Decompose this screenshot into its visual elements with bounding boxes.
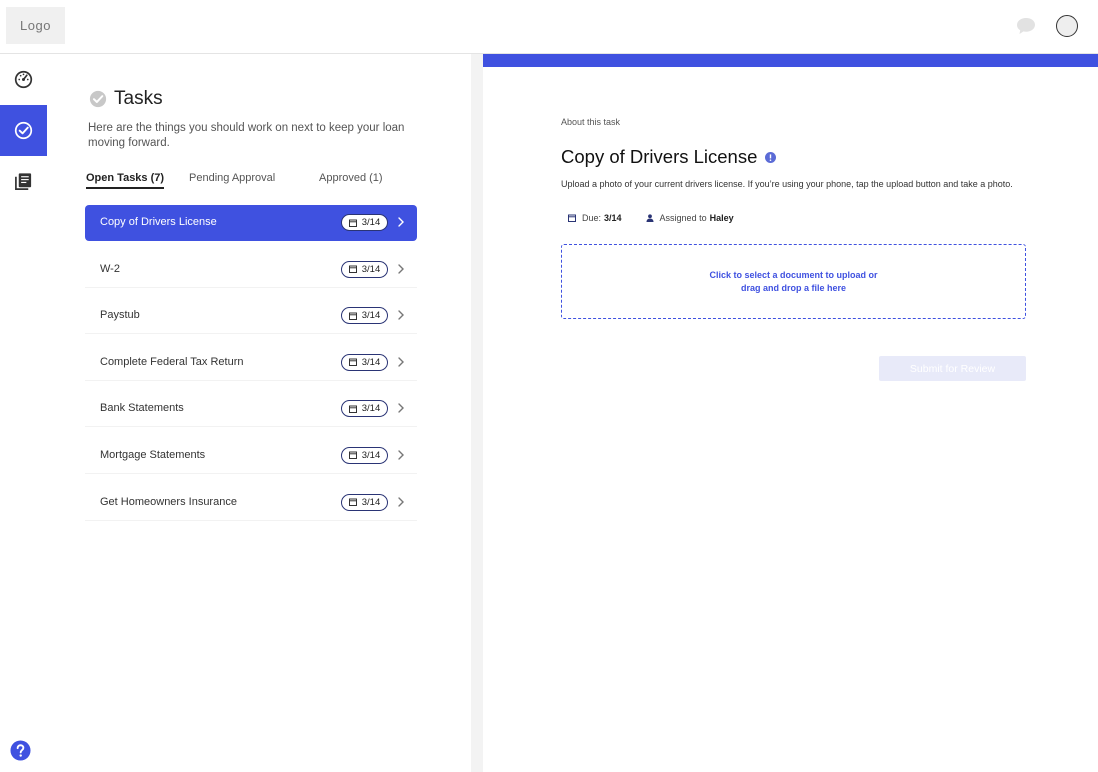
task-item-drivers-license[interactable]: Copy of Drivers License 3/14 — [85, 205, 417, 241]
calendar-icon — [348, 219, 357, 227]
tasks-header: Tasks — [89, 88, 163, 110]
task-item-w2[interactable]: W-2 3/14 — [85, 252, 417, 288]
task-tabs: Open Tasks (7) Pending Approval Approved… — [86, 172, 386, 192]
documents-icon — [15, 173, 32, 190]
tab-open-tasks[interactable]: Open Tasks (7) — [86, 172, 165, 189]
due-date: 3/14 — [361, 217, 381, 228]
user-avatar[interactable] — [1056, 15, 1078, 37]
task-detail-panel: About this task Copy of Drivers License … — [483, 54, 1098, 772]
task-label: W-2 — [100, 262, 120, 275]
due-date: 3/14 — [361, 263, 381, 275]
chevron-right-icon — [398, 357, 404, 367]
chevron-right-icon — [398, 263, 404, 274]
due-date: 3/14 — [361, 496, 381, 508]
assigned-value: Haley — [709, 213, 734, 223]
due-date-badge: 3/14 — [341, 353, 388, 371]
due-date-badge: 3/14 — [341, 446, 388, 464]
calendar-icon — [348, 358, 357, 367]
task-meta: Due: 3/14 Assigned to Haley — [568, 213, 758, 223]
help-question-icon[interactable] — [10, 740, 31, 761]
task-item-federal-tax-return[interactable]: Complete Federal Tax Return 3/14 — [85, 345, 417, 381]
tasks-description: Here are the things you should work on n… — [88, 122, 405, 149]
chevron-right-icon — [398, 217, 404, 227]
assigned-label: Assigned to — [659, 213, 707, 223]
due-date-badge: 3/14 — [341, 214, 388, 231]
chevron-right-icon — [398, 496, 404, 507]
calendar-icon — [348, 405, 357, 413]
detail-title: Copy of Drivers License — [561, 146, 758, 167]
due-label: Due: — [582, 213, 602, 223]
detail-accent-bar — [483, 54, 1098, 67]
due-date-badge: 3/14 — [341, 260, 388, 278]
task-label: Get Homeowners Insurance — [100, 495, 237, 508]
due-date-badge: 3/14 — [341, 493, 388, 511]
top-header: Logo — [0, 0, 1098, 54]
task-label: Copy of Drivers License — [100, 216, 217, 228]
tasks-check-icon — [89, 90, 107, 108]
due-date: 3/14 — [361, 356, 381, 368]
calendar-icon — [348, 265, 357, 274]
chevron-right-icon — [398, 450, 404, 460]
calendar-icon — [348, 498, 357, 507]
nav-dashboard[interactable] — [0, 54, 47, 105]
left-nav-rail — [0, 54, 47, 772]
dashboard-gauge-icon — [14, 70, 33, 89]
tasks-panel: Tasks Here are the things you should wor… — [47, 54, 471, 772]
upload-dropzone[interactable]: Click to select a document to upload or … — [561, 244, 1026, 319]
dropzone-text-line1: Click to select a document to upload or — [709, 270, 878, 280]
tasks-check-icon — [14, 121, 33, 140]
submit-for-review-button[interactable]: Submit for Review — [879, 356, 1026, 381]
detail-description: Upload a photo of your current drivers l… — [561, 179, 1013, 189]
page-title: Tasks — [114, 88, 163, 109]
due-value: 3/14 — [604, 213, 622, 223]
about-task-label: About this task — [561, 117, 621, 127]
panel-divider — [471, 54, 483, 772]
due-date-badge: 3/14 — [341, 400, 388, 418]
assignee-info: Assigned to Haley — [646, 213, 734, 223]
calendar-icon — [348, 312, 357, 320]
due-date-badge: 3/14 — [341, 307, 388, 325]
task-item-mortgage-statements[interactable]: Mortgage Statements 3/14 — [85, 438, 417, 474]
task-label: Paystub — [100, 309, 140, 322]
info-icon[interactable] — [765, 151, 777, 163]
task-label: Bank Statements — [100, 402, 184, 415]
tab-pending-approval[interactable]: Pending Approval — [189, 172, 275, 187]
chat-bubble-icon[interactable] — [1016, 16, 1036, 36]
nav-documents[interactable] — [0, 156, 47, 207]
chevron-right-icon — [398, 310, 404, 320]
tab-approved[interactable]: Approved (1) — [319, 172, 383, 187]
task-label: Mortgage Statements — [100, 448, 206, 461]
chevron-right-icon — [398, 403, 404, 414]
calendar-icon — [568, 214, 576, 222]
due-info: Due: 3/14 — [568, 213, 622, 223]
task-item-homeowners-insurance[interactable]: Get Homeowners Insurance 3/14 — [85, 485, 417, 521]
task-list: Copy of Drivers License 3/14 W-2 3/14 Pa… — [85, 205, 418, 531]
task-item-paystub[interactable]: Paystub 3/14 — [85, 298, 417, 335]
dropzone-text-line2: drag and drop a file here — [740, 282, 847, 293]
detail-header: Copy of Drivers License — [561, 146, 777, 168]
logo[interactable]: Logo — [6, 7, 65, 44]
person-icon — [646, 214, 654, 222]
task-label: Complete Federal Tax Return — [100, 355, 244, 368]
nav-tasks[interactable] — [0, 105, 47, 156]
due-date: 3/14 — [361, 449, 381, 461]
due-date: 3/14 — [361, 403, 381, 415]
due-date: 3/14 — [361, 310, 381, 322]
task-item-bank-statements[interactable]: Bank Statements 3/14 — [85, 391, 417, 428]
calendar-icon — [348, 451, 357, 460]
